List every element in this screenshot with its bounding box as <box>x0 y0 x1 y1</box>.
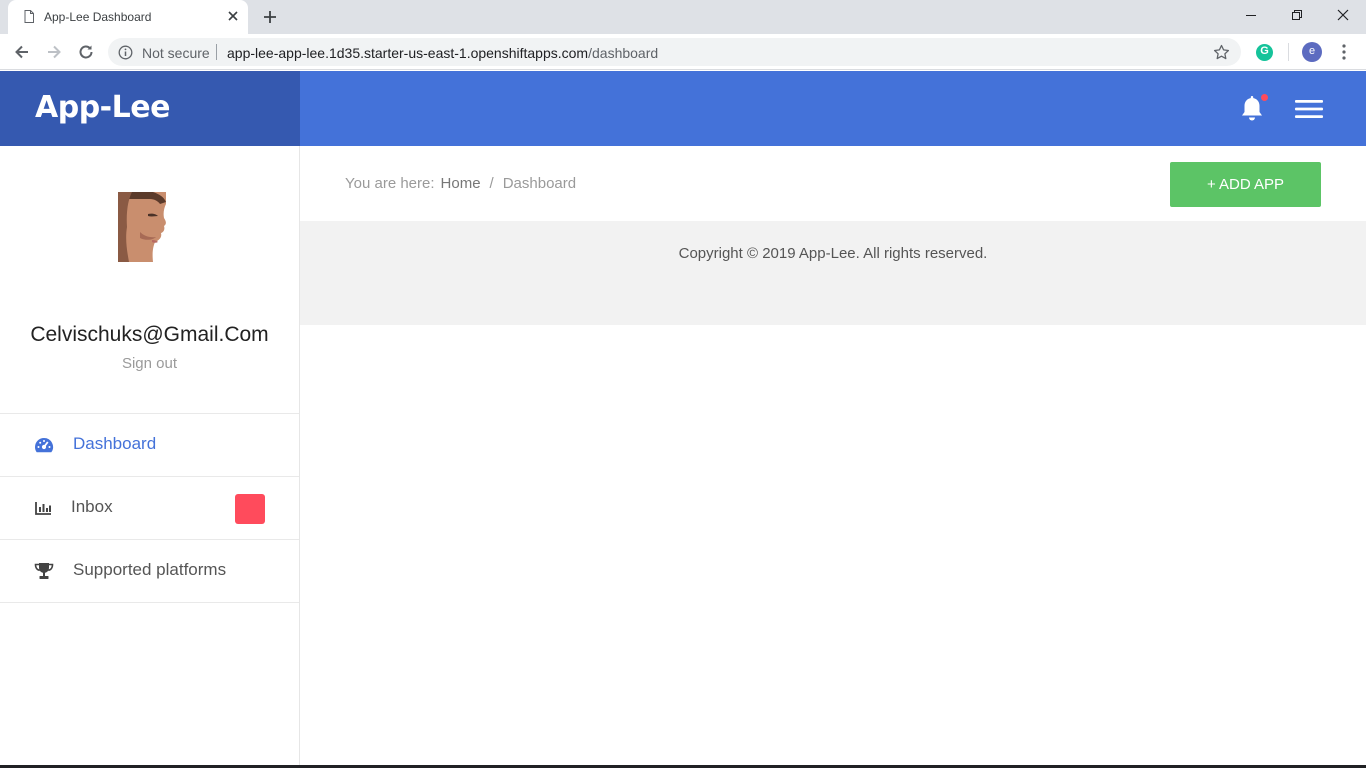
notification-dot <box>1261 94 1268 101</box>
restore-icon[interactable] <box>1286 6 1308 24</box>
dashboard-gauge-icon <box>35 437 54 453</box>
breadcrumb-current: Dashboard <box>502 175 577 192</box>
user-email: Celvischuks@Gmail.Com <box>30 323 269 346</box>
breadcrumb-separator: / <box>489 175 494 192</box>
url-text[interactable]: app-lee-app-lee.1d35.starter-us-east-1.o… <box>227 45 658 61</box>
minimize-icon[interactable] <box>1240 6 1262 24</box>
user-avatar[interactable] <box>118 192 166 262</box>
close-tab-icon[interactable] <box>226 9 240 23</box>
hamburger-menu-icon[interactable] <box>1294 99 1324 119</box>
copyright-text: Copyright © 2019 App-Lee. All rights res… <box>678 245 988 262</box>
back-arrow-icon[interactable] <box>12 42 32 62</box>
address-divider <box>216 44 217 60</box>
add-app-button[interactable]: + ADD APP <box>1170 162 1321 207</box>
document-icon <box>24 10 34 23</box>
sidebar-item-label: Supported platforms <box>73 560 227 579</box>
sidebar-item-inbox[interactable]: Inbox <box>0 476 299 539</box>
sidebar-item-dashboard[interactable]: Dashboard <box>0 413 299 476</box>
forward-arrow-icon[interactable] <box>44 42 64 62</box>
bookmark-star-icon[interactable] <box>1213 44 1230 61</box>
grammarly-initial: G <box>1260 45 1269 57</box>
browser-menu-icon[interactable] <box>1338 43 1350 61</box>
breadcrumb-prefix: You are here: <box>345 175 435 192</box>
browser-tabstrip: App-Lee Dashboard <box>0 0 1366 34</box>
close-window-icon[interactable] <box>1332 6 1354 24</box>
sign-out-link[interactable]: Sign out <box>0 355 299 372</box>
app-header <box>300 71 1366 146</box>
url-host: app-lee-app-lee.1d35.starter-us-east-1.o… <box>227 45 589 61</box>
browser-toolbar: Not secure app-lee-app-lee.1d35.starter-… <box>0 34 1366 70</box>
profile-initial: e <box>1308 45 1316 57</box>
new-tab-icon[interactable] <box>262 9 278 25</box>
sidebar-item-label: Inbox <box>71 497 113 516</box>
sidebar-item-supported-platforms[interactable]: Supported platforms <box>0 539 299 602</box>
grammarly-extension-icon[interactable]: G <box>1256 44 1273 61</box>
reload-icon[interactable] <box>76 42 96 62</box>
security-status: Not secure <box>142 45 210 61</box>
trophy-icon <box>34 563 54 579</box>
bar-chart-icon <box>35 502 51 515</box>
address-bar[interactable]: Not secure app-lee-app-lee.1d35.starter-… <box>108 38 1241 66</box>
sidebar-item-label: Dashboard <box>73 434 157 453</box>
toolbar-divider <box>1288 43 1289 61</box>
page-footer: Copyright © 2019 App-Lee. All rights res… <box>300 221 1366 325</box>
tab-title: App-Lee Dashboard <box>44 10 152 24</box>
inbox-badge <box>235 494 265 524</box>
brand-logo[interactable]: App-Lee <box>35 90 170 125</box>
profile-avatar[interactable]: e <box>1302 42 1322 62</box>
info-icon[interactable] <box>118 45 133 60</box>
browser-tab[interactable]: App-Lee Dashboard <box>8 0 248 34</box>
sidebar-menu-divider <box>0 602 299 603</box>
breadcrumb: You are here: Home / Dashboard <box>345 175 576 192</box>
url-path: /dashboard <box>588 45 659 61</box>
breadcrumb-home-link[interactable]: Home <box>441 175 481 192</box>
